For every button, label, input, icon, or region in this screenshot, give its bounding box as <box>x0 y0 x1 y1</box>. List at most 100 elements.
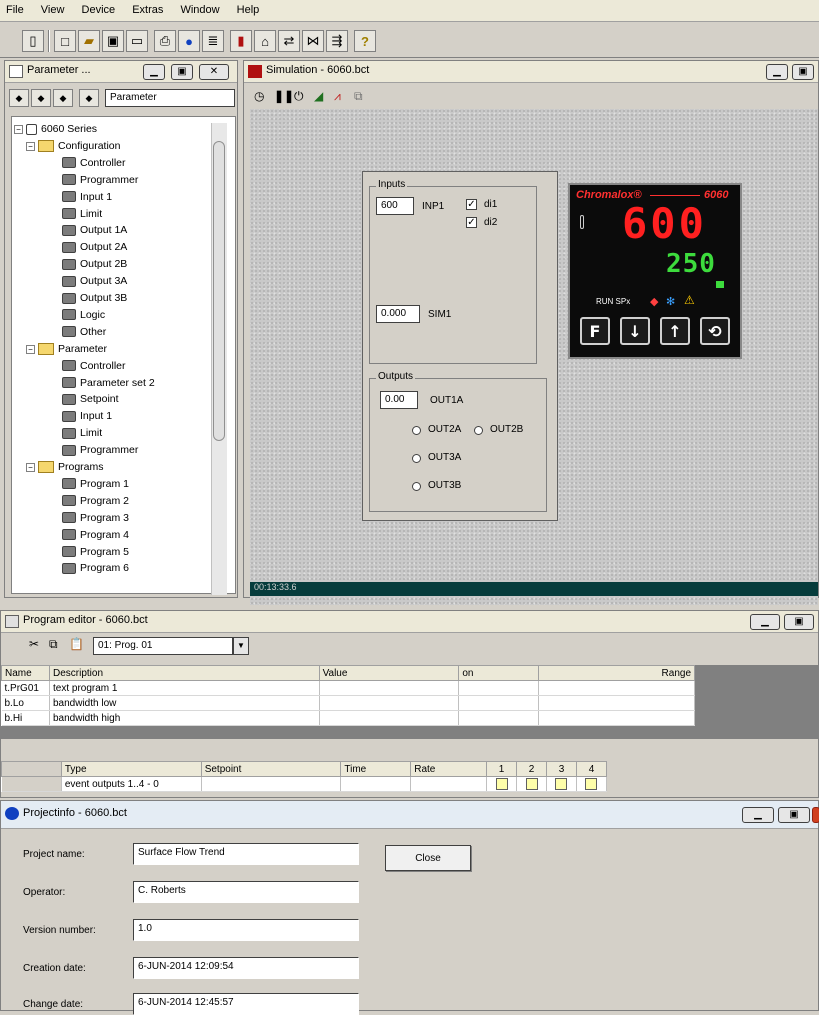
tree-filter-icon-3[interactable]: ◆ <box>53 89 73 107</box>
operator-field[interactable]: C. Roberts <box>133 881 359 903</box>
minimize-button[interactable]: ▁ <box>750 614 780 630</box>
maximize-button[interactable]: ▣ <box>778 807 810 823</box>
print-icon[interactable]: ⎙ <box>154 30 176 52</box>
list-icon[interactable]: ≣ <box>202 30 224 52</box>
tree-collapse-icon[interactable]: − <box>26 344 35 354</box>
tree-filter-icon-4[interactable]: ◆ <box>79 89 99 107</box>
segment-row[interactable]: event outputs 1..4 - 0 <box>1 776 608 792</box>
tree-item[interactable]: Other <box>62 324 106 340</box>
row-on[interactable] <box>458 695 540 711</box>
out2a-radio[interactable] <box>412 426 421 435</box>
inp1-field[interactable]: 600 <box>376 197 414 215</box>
tree-item[interactable]: Program 1 <box>62 476 129 492</box>
tree-filter-icon-2[interactable]: ◆ <box>31 89 51 107</box>
tree-root[interactable]: − 6060 Series <box>14 121 97 137</box>
tree-item[interactable]: Logic <box>62 307 105 323</box>
project-name-field[interactable]: Surface Flow Trend <box>133 843 359 865</box>
tree-item[interactable]: Output 3A <box>62 273 127 289</box>
tree-item[interactable]: Limit <box>62 425 102 441</box>
tree-collapse-icon[interactable]: − <box>26 141 35 151</box>
minimize-button[interactable]: ▁ <box>766 64 788 80</box>
cut-icon[interactable]: ✂ <box>29 637 39 651</box>
help-icon[interactable]: ? <box>354 30 376 52</box>
tree-folder[interactable]: − Programs <box>26 459 104 475</box>
program-icon[interactable]: ⌂ <box>254 30 276 52</box>
row-on[interactable] <box>458 710 540 726</box>
table-row[interactable]: b.Lo bandwidth low <box>1 695 695 711</box>
minimize-button[interactable]: ▁ <box>742 807 774 823</box>
open-folder-icon[interactable]: ▰ <box>78 30 100 52</box>
out3b-radio[interactable] <box>412 482 421 491</box>
chevron-down-icon[interactable]: ▼ <box>233 637 249 655</box>
close-button[interactable]: Close <box>385 845 471 871</box>
tree-collapse-icon[interactable]: − <box>26 463 35 472</box>
out1a-field[interactable]: 0.00 <box>380 391 418 409</box>
row-value[interactable] <box>319 695 460 711</box>
menu-window[interactable]: Window <box>174 0 227 16</box>
power-icon[interactable]: ⏻ <box>294 89 304 104</box>
close-button[interactable] <box>812 807 819 823</box>
tree-item[interactable]: Output 3B <box>62 290 127 306</box>
tree-item[interactable]: Input 1 <box>62 408 112 424</box>
table-row[interactable]: t.PrG01 text program 1 <box>1 680 695 696</box>
segment-rate[interactable] <box>410 776 488 792</box>
row-on[interactable] <box>458 680 540 696</box>
minimize-button[interactable]: ▁ <box>143 64 165 80</box>
di1-checkbox[interactable]: ✓ <box>466 199 477 210</box>
copy-icon[interactable]: ⧉ <box>49 637 58 652</box>
table-row[interactable]: b.Hi bandwidth high <box>1 710 695 726</box>
save-icon[interactable]: ▣ <box>102 30 124 52</box>
tree-item[interactable]: Program 4 <box>62 527 129 543</box>
maximize-button[interactable]: ▣ <box>171 64 193 80</box>
parameter-combo[interactable]: Parameter <box>105 89 235 107</box>
tree-item[interactable]: Program 3 <box>62 510 129 526</box>
tree-item[interactable]: Output 2B <box>62 256 127 272</box>
row-value[interactable] <box>319 680 460 696</box>
tree-item[interactable]: Controller <box>62 358 126 374</box>
tree-item[interactable]: Program 5 <box>62 544 129 560</box>
tree-item[interactable]: Setpoint <box>62 391 119 407</box>
version-field[interactable]: 1.0 <box>133 919 359 941</box>
device-icon[interactable]: ▮ <box>230 30 252 52</box>
out3a-radio[interactable] <box>412 454 421 463</box>
tree-item[interactable]: Programmer <box>62 172 138 188</box>
function-button[interactable]: F <box>580 317 610 345</box>
tree-item[interactable]: Input 1 <box>62 189 112 205</box>
menu-help[interactable]: Help <box>231 0 268 16</box>
tree-item[interactable]: Parameter set 2 <box>62 375 155 391</box>
link-icon[interactable]: ⇄ <box>278 30 300 52</box>
chart-icon[interactable]: ◢ <box>314 89 323 103</box>
segment-setpoint[interactable] <box>201 776 342 792</box>
tree-folder[interactable]: − Parameter <box>26 341 107 357</box>
menu-device[interactable]: Device <box>76 0 124 16</box>
program-select[interactable]: 01: Prog. 01 <box>93 637 233 655</box>
return-button[interactable]: ⟲ <box>700 317 730 345</box>
event-1-checkbox[interactable] <box>486 776 518 792</box>
close-button[interactable]: ✕ <box>199 64 229 80</box>
paste-icon[interactable]: 📋 <box>69 637 84 651</box>
pause-icon[interactable]: ❚❚ <box>274 89 294 103</box>
out2b-radio[interactable] <box>474 426 483 435</box>
maximize-button[interactable]: ▣ <box>792 64 814 80</box>
trend-icon[interactable]: ⩘ <box>334 89 341 104</box>
tree-scrollbar[interactable] <box>211 123 227 595</box>
tree-item[interactable]: Controller <box>62 155 126 171</box>
down-button[interactable]: ↓ <box>620 317 650 345</box>
tree-item[interactable]: Program 6 <box>62 560 129 576</box>
tree-filter-icon-1[interactable]: ◆ <box>9 89 29 107</box>
info-icon[interactable]: ● <box>178 30 200 52</box>
up-button[interactable]: ↑ <box>660 317 690 345</box>
tree-item[interactable]: Output 2A <box>62 239 127 255</box>
menu-extras[interactable]: Extras <box>126 0 171 16</box>
segment-time[interactable] <box>340 776 412 792</box>
menu-file[interactable]: File <box>0 0 32 16</box>
new-page-icon[interactable]: ▯ <box>22 30 44 52</box>
event-4-checkbox[interactable] <box>576 776 608 792</box>
new-document-icon[interactable]: □ <box>54 30 76 52</box>
di2-checkbox[interactable]: ✓ <box>466 217 477 228</box>
event-3-checkbox[interactable] <box>546 776 577 792</box>
sim1-field[interactable]: 0.000 <box>376 305 420 323</box>
row-value[interactable] <box>319 710 460 726</box>
maximize-button[interactable]: ▣ <box>784 614 814 630</box>
tree-scrollbar-thumb[interactable] <box>213 141 225 441</box>
